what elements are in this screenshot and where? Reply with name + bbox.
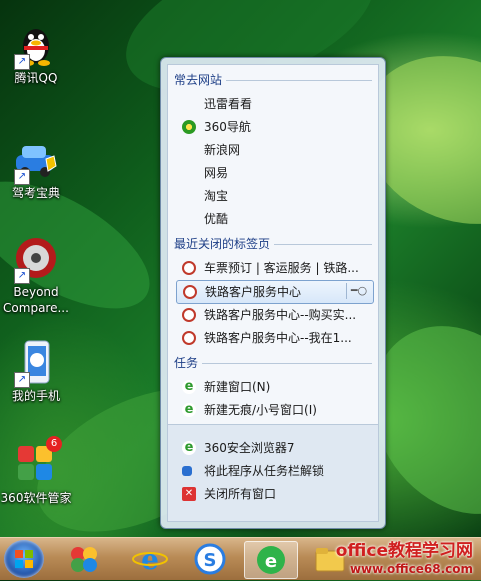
ie-e-icon: e <box>182 403 196 417</box>
colorful-circles-icon <box>71 547 97 572</box>
jump-item-new-incognito[interactable]: e 新建无痕/小号窗口(I) <box>176 399 374 421</box>
windows-logo-icon <box>15 550 33 568</box>
shortcut-arrow-icon: ↗ <box>14 54 30 70</box>
taskbar-360-browser[interactable]: e <box>244 541 298 579</box>
jump-list-bottom-panel: e 360安全浏览器7 将此程序从任务栏解锁 ✕ 关闭所有窗口 <box>168 424 378 521</box>
desktop-icon-label: 驾考宝典 <box>11 186 60 200</box>
jump-item-recent-2[interactable]: 铁路客户服务中心 ━○ <box>176 280 374 304</box>
jump-item-netease[interactable]: 网易 <box>176 162 374 184</box>
jump-item-recent-1[interactable]: 车票预订 | 客运服务 | 铁路... <box>176 257 374 279</box>
railway-icon <box>183 285 197 299</box>
jump-item-new-window[interactable]: e 新建窗口(N) <box>176 376 374 398</box>
desktop-icon-label: 360软件管家 <box>0 491 72 505</box>
watermark-url: www.office68.com <box>349 562 473 576</box>
jump-item-open-browser[interactable]: e 360安全浏览器7 <box>176 437 374 459</box>
taskbar-app-1[interactable] <box>58 541 110 577</box>
jump-item-taobao[interactable]: 淘宝 <box>176 185 374 207</box>
taskbar: e S e office教程学习网 www.office68.com <box>0 537 481 580</box>
jump-item-close-all[interactable]: ✕ 关闭所有窗口 <box>176 483 374 505</box>
pin-icon[interactable]: ━○ <box>346 283 371 299</box>
shortcut-arrow-icon: ↗ <box>14 169 30 185</box>
svg-text:e: e <box>141 543 159 576</box>
jump-item-recent-4[interactable]: 铁路客户服务中心--我在1... <box>176 327 374 349</box>
desktop-icon-beyond-compare[interactable]: ↗ Beyond Compare... <box>0 234 72 316</box>
jump-item-sina[interactable]: 新浪网 <box>176 139 374 161</box>
car-icon: ↗ <box>12 135 60 185</box>
desktop-icon-label: Beyond Compare... <box>3 285 69 315</box>
360-software-manager-icon: 6 <box>12 436 62 488</box>
start-button[interactable] <box>4 540 44 578</box>
shortcut-arrow-icon: ↗ <box>14 372 30 388</box>
unpin-icon <box>182 466 192 476</box>
section-heading-frequent: 常去网站 <box>174 71 372 89</box>
section-heading-tasks: 任务 <box>174 354 372 372</box>
360-browser-icon: e <box>257 546 285 574</box>
jump-item-youku[interactable]: 优酷 <box>176 208 374 230</box>
watermark-title: office教程学习网 <box>335 541 473 561</box>
desktop-icon-jiakao[interactable]: ↗ 驾考宝典 <box>0 135 72 201</box>
jump-item-360nav[interactable]: 360导航 <box>176 116 374 138</box>
jump-item-unpin[interactable]: 将此程序从任务栏解锁 <box>176 460 374 482</box>
beyond-compare-icon: ↗ <box>12 234 60 284</box>
watermark: office教程学习网 www.office68.com <box>336 542 473 578</box>
ie-icon: e <box>132 543 168 576</box>
desktop-icon-360-manager[interactable]: 6 360软件管家 <box>0 436 72 506</box>
jump-item-xunlei[interactable]: 迅雷看看 <box>176 93 374 115</box>
desktop-icon-my-phone[interactable]: ↗ 我的手机 <box>0 338 72 404</box>
phone-icon: ↗ <box>12 338 60 388</box>
shortcut-arrow-icon: ↗ <box>14 268 30 284</box>
railway-icon <box>182 308 196 322</box>
section-heading-recent: 最近关闭的标签页 <box>174 235 372 253</box>
360-browser-icon: e <box>182 441 196 455</box>
close-window-icon: ✕ <box>182 487 196 501</box>
notification-badge: 6 <box>46 436 62 452</box>
sogou-icon: S <box>194 543 226 575</box>
ie-e-icon: e <box>182 380 196 394</box>
desktop-icon-qq[interactable]: ↗ 腾讯QQ <box>0 20 72 86</box>
desktop-icon-label: 腾讯QQ <box>14 71 58 85</box>
taskbar-sogou[interactable]: S <box>184 541 236 577</box>
taskbar-ie[interactable]: e <box>124 541 176 577</box>
360-nav-icon <box>182 120 196 134</box>
jump-item-recent-3[interactable]: 铁路客户服务中心--购买实... <box>176 304 374 326</box>
jump-list: 常去网站 迅雷看看 360导航 新浪网 网易 淘宝 优酷 最近关闭的标签页 车票… <box>160 57 386 529</box>
railway-icon <box>182 261 196 275</box>
svg-text:e: e <box>265 551 277 572</box>
jump-list-content: 常去网站 迅雷看看 360导航 新浪网 网易 淘宝 优酷 最近关闭的标签页 车票… <box>167 64 379 522</box>
svg-text:S: S <box>204 550 217 571</box>
qq-penguin-icon: ↗ <box>12 20 60 70</box>
desktop-icon-label: 我的手机 <box>11 389 60 403</box>
railway-icon <box>182 331 196 345</box>
